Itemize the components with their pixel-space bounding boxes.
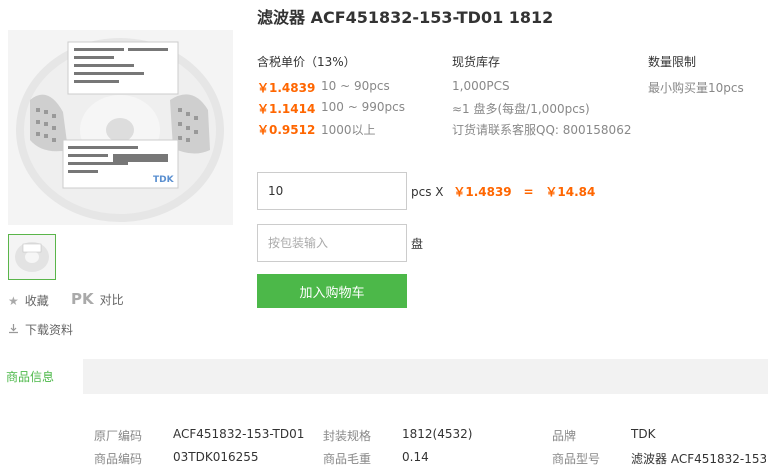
download-action[interactable]: 下载资料 <box>8 321 73 338</box>
thumbnail[interactable] <box>8 234 56 280</box>
spec-key: 品牌 <box>552 429 577 443</box>
price-calculation: pcs X ￥1.4839 = ￥14.84 <box>411 183 595 200</box>
total-price: ￥14.84 <box>545 185 596 199</box>
price-tier: ￥1.1414 100 ~ 990pcs <box>257 100 405 117</box>
reel-unit: 盘 <box>411 237 424 251</box>
compare-action[interactable]: PK 对比 <box>71 290 124 308</box>
equals-sign: = <box>523 185 534 199</box>
limit-text: 最小购买量10pcs <box>648 81 744 95</box>
tab-product-info[interactable]: 商品信息 <box>0 359 83 394</box>
star-icon: ★ <box>8 293 19 308</box>
compare-label: 对比 <box>99 292 124 307</box>
stock-header: 现货库存 <box>452 55 501 69</box>
spec-key: 商品型号 <box>552 452 601 466</box>
spec-key: 商品编码 <box>94 452 143 466</box>
tier-price: ￥1.4839 <box>257 81 316 95</box>
tdk-logo: TDK <box>153 175 175 185</box>
price-header: 含税单价（13%） <box>257 55 356 69</box>
add-to-cart-button[interactable]: 加入购物车 <box>257 274 407 308</box>
tab-bar: 商品信息 <box>0 359 768 394</box>
pk-icon: PK <box>71 290 94 308</box>
quantity-input[interactable] <box>257 172 407 210</box>
price-tier: ￥1.4839 10 ~ 90pcs <box>257 79 390 96</box>
stock-contact: 订货请联系客服QQ: 800158062 <box>452 123 632 137</box>
tier-range: 1000以上 <box>321 123 376 137</box>
stock-reel: ≈1 盘多(每盘/1,000pcs) <box>452 102 590 116</box>
product-title: 滤波器 ACF451832-153-TD01 1812 <box>257 8 554 27</box>
product-image: TDK <box>8 30 233 225</box>
spec-value: 滤波器 ACF451832-153-... <box>631 452 766 466</box>
spec-value: TDK <box>631 427 656 441</box>
favorite-action[interactable]: ★ 收藏 <box>8 292 49 309</box>
unit-price: ￥1.4839 <box>453 185 512 199</box>
download-icon <box>8 323 19 337</box>
spec-key: 原厂编码 <box>94 429 143 443</box>
tier-price: ￥1.1414 <box>257 102 316 116</box>
limit-header: 数量限制 <box>648 55 697 69</box>
spec-key: 封装规格 <box>323 429 372 443</box>
favorite-label: 收藏 <box>24 294 49 308</box>
spec-value: 03TDK016255 <box>173 450 259 464</box>
unit-label: pcs X <box>411 185 444 199</box>
spec-value: ACF451832-153-TD01 <box>173 427 305 441</box>
price-tier: ￥0.9512 1000以上 <box>257 121 376 138</box>
tier-range: 100 ~ 990pcs <box>321 100 405 114</box>
spec-key: 商品毛重 <box>323 452 372 466</box>
spec-value: 1812(4532) <box>402 427 473 441</box>
stock-qty: 1,000PCS <box>452 79 510 93</box>
reel-input[interactable] <box>257 224 407 262</box>
spec-value: 0.14 <box>402 450 429 464</box>
download-label: 下载资料 <box>25 323 74 337</box>
tier-range: 10 ~ 90pcs <box>321 79 390 93</box>
tier-price: ￥0.9512 <box>257 123 316 137</box>
